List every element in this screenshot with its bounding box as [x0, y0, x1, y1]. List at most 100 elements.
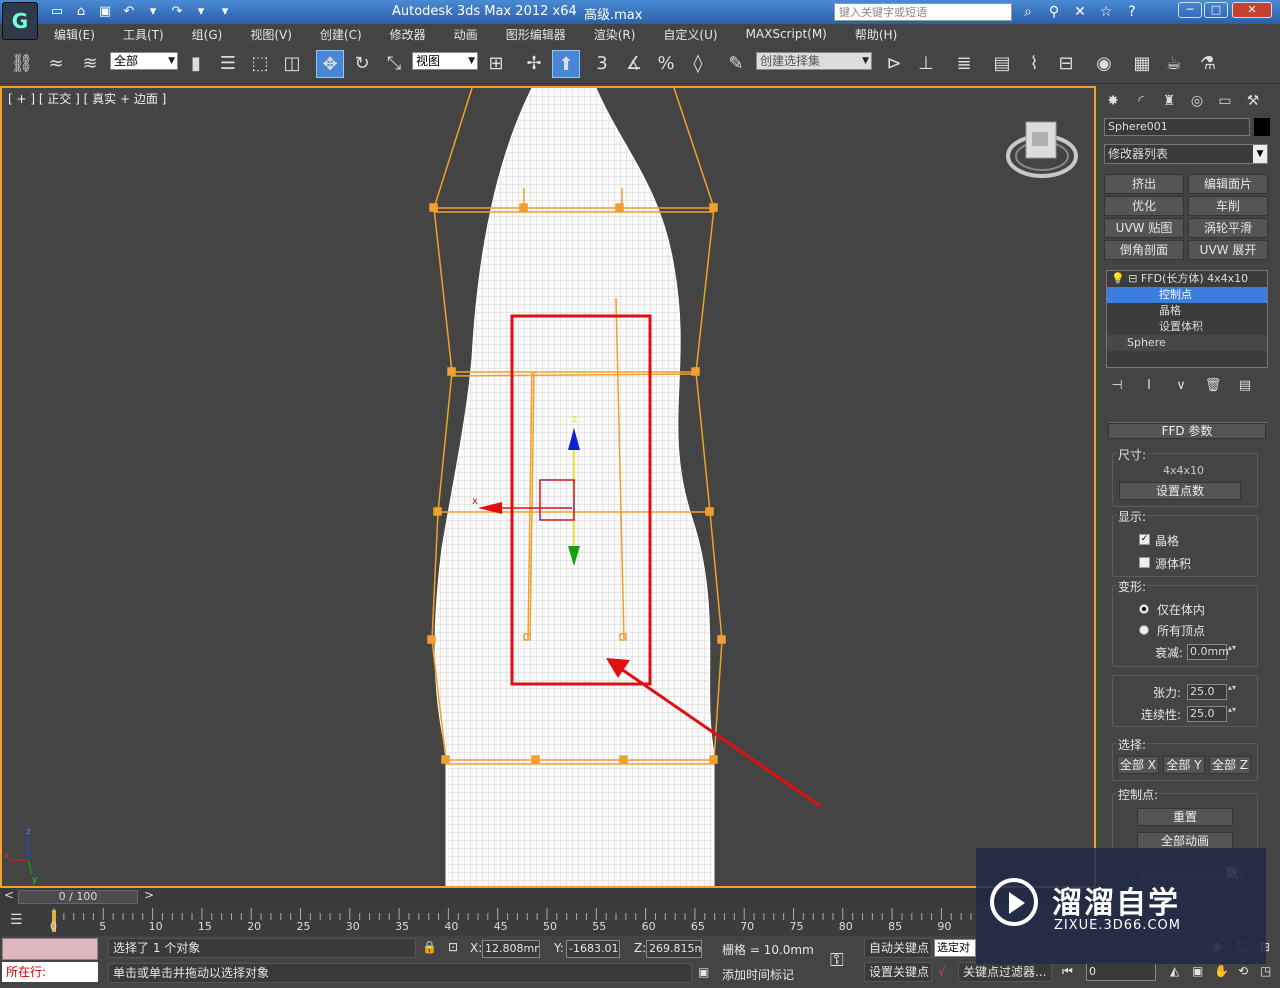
redo-icon[interactable]: ↷	[168, 3, 186, 21]
modifier-unwrap-uvw-button[interactable]: UVW 展开	[1188, 240, 1268, 260]
app-logo-icon[interactable]: G	[2, 2, 38, 40]
stack-sub-lattice[interactable]: 晶格	[1107, 303, 1267, 319]
spinner-snap-icon[interactable]: ◊	[684, 50, 712, 78]
curve-editor-icon[interactable]: ⌇	[1020, 50, 1048, 78]
rendered-frame-window-icon[interactable]: ☕	[1160, 50, 1188, 78]
field-of-view-icon[interactable]: ◭	[1170, 964, 1179, 978]
subscription-icon[interactable]: ⚲	[1044, 3, 1064, 21]
keyboard-shortcut-override-icon[interactable]: ⬆	[552, 50, 580, 78]
show-end-result-icon[interactable]: Ι	[1140, 378, 1158, 393]
viewport-canvas[interactable]: x z z x y	[2, 88, 1094, 886]
stack-sub-set-volume[interactable]: 设置体积	[1107, 319, 1267, 335]
select-all-y-button[interactable]: 全部 Y	[1163, 756, 1205, 774]
source-volume-checkbox[interactable]	[1139, 557, 1150, 568]
ffd-rollout-header[interactable]: FFD 参数	[1108, 423, 1266, 439]
current-frame-field[interactable]: 0	[1086, 963, 1156, 981]
bulb-icon[interactable]: 💡	[1111, 272, 1125, 285]
modify-tab-icon[interactable]: ◜	[1130, 90, 1152, 112]
menu-create[interactable]: 创建(C)	[306, 26, 376, 43]
viewcube[interactable]	[1006, 121, 1078, 178]
communication-icon[interactable]: ✕	[1070, 3, 1090, 21]
menu-tools[interactable]: 工具(T)	[109, 26, 178, 43]
stack-item-sphere[interactable]: Sphere	[1107, 335, 1267, 351]
selection-lock-icon[interactable]: 🔒	[422, 940, 437, 954]
new-file-icon[interactable]: ▭	[48, 3, 66, 21]
stack-sub-control-points[interactable]: 控制点	[1107, 287, 1267, 303]
tension-spinner[interactable]: 25.0	[1187, 684, 1239, 700]
only-in-volume-radio[interactable]	[1139, 604, 1149, 614]
help-search-input[interactable]: 键入关键字或短语	[834, 3, 1012, 21]
render-setup-icon[interactable]: ▦	[1128, 50, 1156, 78]
falloff-spinner[interactable]: 0.0mm	[1187, 644, 1239, 660]
time-tag-icon[interactable]: ▣	[698, 965, 709, 979]
select-and-rotate-icon[interactable]: ↻	[348, 50, 376, 78]
front-viewport[interactable]: x z z x y [ + ] [ 正交 ] [ 真实 + 边面 ]	[0, 86, 1096, 888]
set-key-icon[interactable]: ⚿	[830, 950, 844, 971]
menu-animation[interactable]: 动画	[440, 26, 492, 43]
redo-dropdown-icon[interactable]: ▾	[192, 3, 210, 21]
time-slider-prev-icon[interactable]: <	[4, 888, 14, 902]
add-time-tag[interactable]: 添加时间标记	[722, 966, 794, 983]
modifier-list-dropdown[interactable]: 修改器列表	[1104, 144, 1268, 164]
minimize-button[interactable]: ─	[1178, 2, 1202, 18]
set-key-button[interactable]: 设置关键点	[864, 962, 932, 982]
time-slider[interactable]: < 0 / 100 >	[0, 888, 1096, 906]
lattice-checkbox[interactable]: ✓	[1139, 534, 1150, 545]
link-icon[interactable]: ⛓	[8, 50, 36, 78]
set-number-of-points-button[interactable]: 设置点数	[1119, 482, 1241, 500]
material-editor-icon[interactable]: ◉	[1090, 50, 1118, 78]
selected-set-dropdown[interactable]: 选定对	[934, 939, 976, 957]
continuity-spinner[interactable]: 25.0	[1187, 706, 1239, 722]
maxscript-line[interactable]: 所在行:	[2, 962, 98, 982]
menu-views[interactable]: 视图(V)	[236, 26, 306, 43]
undo-dropdown-icon[interactable]: ▾	[144, 3, 162, 21]
selection-filter-dropdown[interactable]: 全部	[110, 52, 178, 70]
collapse-icon[interactable]: ⊟	[1128, 272, 1137, 285]
bind-space-warp-icon[interactable]: ≋	[76, 50, 104, 78]
modifier-turbosmooth-button[interactable]: 涡轮平滑	[1188, 218, 1268, 238]
display-tab-icon[interactable]: ▭	[1214, 90, 1236, 112]
menu-edit[interactable]: 编辑(E)	[40, 26, 109, 43]
maximize-button[interactable]: □	[1204, 2, 1228, 18]
named-selection-sets-dropdown[interactable]: 创建选择集	[756, 52, 872, 70]
edit-named-selection-icon[interactable]: ✎	[722, 50, 750, 78]
help-icon[interactable]: ?	[1122, 3, 1142, 21]
remove-modifier-icon[interactable]: 🗑	[1204, 378, 1222, 393]
modifier-lathe-button[interactable]: 车削	[1188, 196, 1268, 216]
menu-group[interactable]: 组(G)	[178, 26, 237, 43]
pin-stack-icon[interactable]: ⊣	[1108, 378, 1126, 393]
maxscript-listener-mini[interactable]	[2, 938, 98, 960]
select-by-name-icon[interactable]: ☰	[214, 50, 242, 78]
time-slider-thumb[interactable]: 0 / 100	[18, 890, 138, 904]
mirror-icon[interactable]: ⊳	[880, 50, 908, 78]
select-manipulate-icon[interactable]: ✢	[520, 50, 548, 78]
time-slider-next-icon[interactable]: >	[144, 888, 154, 902]
z-coord-field[interactable]: 269.815mm	[646, 940, 702, 958]
modifier-bevel-profile-button[interactable]: 倒角剖面	[1104, 240, 1184, 260]
render-production-icon[interactable]: ⚗	[1194, 50, 1222, 78]
select-all-x-button[interactable]: 全部 X	[1117, 756, 1159, 774]
maximize-viewport-icon[interactable]: ◳	[1260, 964, 1271, 978]
pan-view-icon[interactable]: ✋	[1214, 964, 1229, 978]
y-coord-field[interactable]: -1683.011	[566, 940, 620, 958]
binoculars-icon[interactable]: ⌕	[1018, 3, 1038, 21]
all-vertices-radio[interactable]	[1139, 625, 1149, 635]
menu-customize[interactable]: 自定义(U)	[649, 26, 731, 43]
make-unique-icon[interactable]: ∨	[1172, 378, 1190, 393]
create-tab-icon[interactable]: ✸	[1102, 90, 1124, 112]
x-coord-field[interactable]: 12.808mm	[482, 940, 540, 958]
key-mode-toggle-icon[interactable]: ⏮	[1062, 964, 1073, 979]
percent-snap-icon[interactable]: %	[652, 50, 680, 78]
object-color-swatch[interactable]	[1254, 118, 1270, 136]
menu-graph-editors[interactable]: 图形编辑器	[492, 26, 580, 43]
layer-manager-icon[interactable]: ≣	[950, 50, 978, 78]
orbit-icon[interactable]: ⟲	[1238, 964, 1248, 978]
schematic-view-icon[interactable]: ⊟	[1052, 50, 1080, 78]
graphite-ribbon-icon[interactable]: ▤	[988, 50, 1016, 78]
reference-coordinate-dropdown[interactable]: 视图	[412, 52, 478, 70]
save-file-icon[interactable]: ▣	[96, 3, 114, 21]
customize-quick-access-icon[interactable]: ▾	[216, 3, 234, 21]
track-bar[interactable]: ☰ 0 5 10 15 20 25 30 35 40 45 50 55 60 65 70 75 80 85 90	[0, 906, 976, 936]
modifier-extrude-button[interactable]: 挤出	[1104, 174, 1184, 194]
align-icon[interactable]: ⊥	[912, 50, 940, 78]
